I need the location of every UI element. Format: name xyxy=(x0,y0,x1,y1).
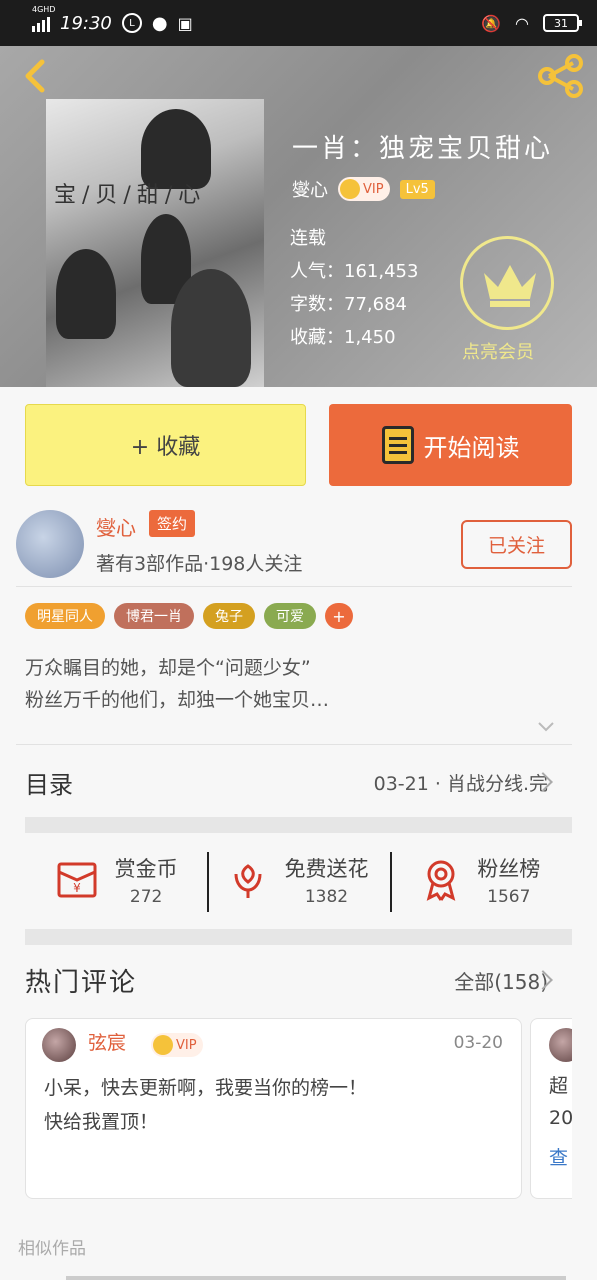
commenter-avatar[interactable] xyxy=(42,1028,76,1062)
tag[interactable]: 可爱 xyxy=(264,603,316,629)
toc-label: 目录 xyxy=(25,770,73,799)
comment-date: 03-20 xyxy=(453,1033,503,1053)
table-of-contents-row[interactable]: 目录 03-21 · 肖战分线.完 xyxy=(25,760,572,804)
share-icon[interactable] xyxy=(537,54,585,98)
book-description: 万众瞩目的她，却是个“问题少女” 粉丝万千的他们，却独一个她宝贝… xyxy=(25,657,330,711)
back-arrow-icon[interactable] xyxy=(16,56,56,96)
divider xyxy=(16,586,572,587)
section-separator xyxy=(25,929,572,945)
follow-button[interactable]: 已关注 xyxy=(461,520,572,569)
svg-text:¥: ¥ xyxy=(73,881,81,895)
send-flowers[interactable]: 免费送花 1382 xyxy=(207,846,389,914)
status-bar: 4GHD 19:30 L ● ▣ 🔕 ◠ 31 xyxy=(0,0,597,46)
hot-comments-title: 热门评论 xyxy=(25,967,138,998)
crown-icon xyxy=(484,265,536,307)
crown-icon xyxy=(340,179,360,199)
signed-badge: 签约 xyxy=(149,510,196,537)
book-author[interactable]: 燮心 xyxy=(292,176,328,202)
level-badge: Lv5 xyxy=(399,179,435,199)
hot-comments-header: 热门评论 全部(158) xyxy=(25,958,572,1002)
divider xyxy=(16,744,572,745)
signal-icon: 4GHD xyxy=(32,5,55,32)
popularity-value: 161,453 xyxy=(344,261,419,282)
wifi-icon: ◠ xyxy=(515,13,529,33)
start-reading-button[interactable]: 开始阅读 xyxy=(329,404,572,486)
commenter-avatar xyxy=(549,1028,572,1062)
fan-ranking[interactable]: 粉丝榜 1567 xyxy=(389,846,572,914)
tag[interactable]: 兔子 xyxy=(203,603,255,629)
book-meta: 连载 人气：161,453 字数：77,684 收藏：1,450 xyxy=(290,222,418,354)
section-separator xyxy=(25,817,572,833)
book-header: 宝/贝/甜/心 一肖：独宠宝贝甜心 燮心 VIP Lv5 连载 人气：161,4… xyxy=(0,46,597,387)
notification-icon: L xyxy=(121,13,142,33)
vip-badge: VIP xyxy=(151,1033,203,1057)
scroll-indicator xyxy=(66,1276,566,1280)
flower-icon xyxy=(234,864,262,898)
expand-chevron-icon[interactable] xyxy=(536,716,556,736)
book-title: 一肖：独宠宝贝甜心 xyxy=(292,134,554,164)
book-status: 连载 xyxy=(290,228,326,249)
similar-works-title: 相似作品 xyxy=(18,1239,86,1259)
vip-badge: VIP xyxy=(338,177,390,201)
author-avatar[interactable] xyxy=(16,510,84,578)
author-name[interactable]: 燮心 xyxy=(96,512,136,541)
app-notify-icon: ▣ xyxy=(177,13,193,33)
tag-list: 明星同人 博君一肖 兔子 可爱 + xyxy=(25,603,353,629)
latest-chapter: 03-21 · 肖战分线.完 xyxy=(373,772,548,795)
battery-icon: 31 xyxy=(543,14,582,32)
cover-title: 宝/贝/甜/心 xyxy=(54,183,207,208)
commenter-name[interactable]: 弦宸 xyxy=(88,1028,126,1055)
red-envelope-icon: ¥ xyxy=(57,862,97,898)
book-icon xyxy=(381,426,414,464)
mute-icon: 🔕 xyxy=(481,13,502,33)
author-stats: 著有3部作品·198人关注 xyxy=(96,553,303,575)
comment-text: 小呆，快去更新啊，我要当你的榜一！ 快给我置顶！ xyxy=(44,1077,368,1133)
qq-icon: ● xyxy=(151,12,168,34)
comment-card[interactable]: 弦宸 VIP 03-20 小呆，快去更新啊，我要当你的榜一！ 快给我置顶！ xyxy=(25,1018,522,1199)
word-count-value: 77,684 xyxy=(344,294,407,315)
support-stats: ¥ 赏金币 272 免费送花 1382 粉丝榜 1567 xyxy=(25,846,572,914)
crown-icon xyxy=(153,1035,173,1055)
tag[interactable]: 博君一肖 xyxy=(114,603,194,629)
member-label[interactable]: 点亮会员 xyxy=(462,338,534,364)
clock: 19:30 xyxy=(60,12,112,34)
favorites-value: 1,450 xyxy=(344,327,396,348)
comment-card[interactable]: 超 20 查 xyxy=(530,1018,572,1199)
member-button[interactable] xyxy=(460,236,554,330)
reward-coins[interactable]: ¥ 赏金币 272 xyxy=(25,846,207,914)
favorite-button[interactable]: + 收藏 xyxy=(25,404,306,486)
medal-icon xyxy=(427,860,456,901)
tag[interactable]: 明星同人 xyxy=(25,603,105,629)
book-cover[interactable]: 宝/贝/甜/心 xyxy=(46,99,264,387)
add-tag-button[interactable]: + xyxy=(325,603,353,629)
